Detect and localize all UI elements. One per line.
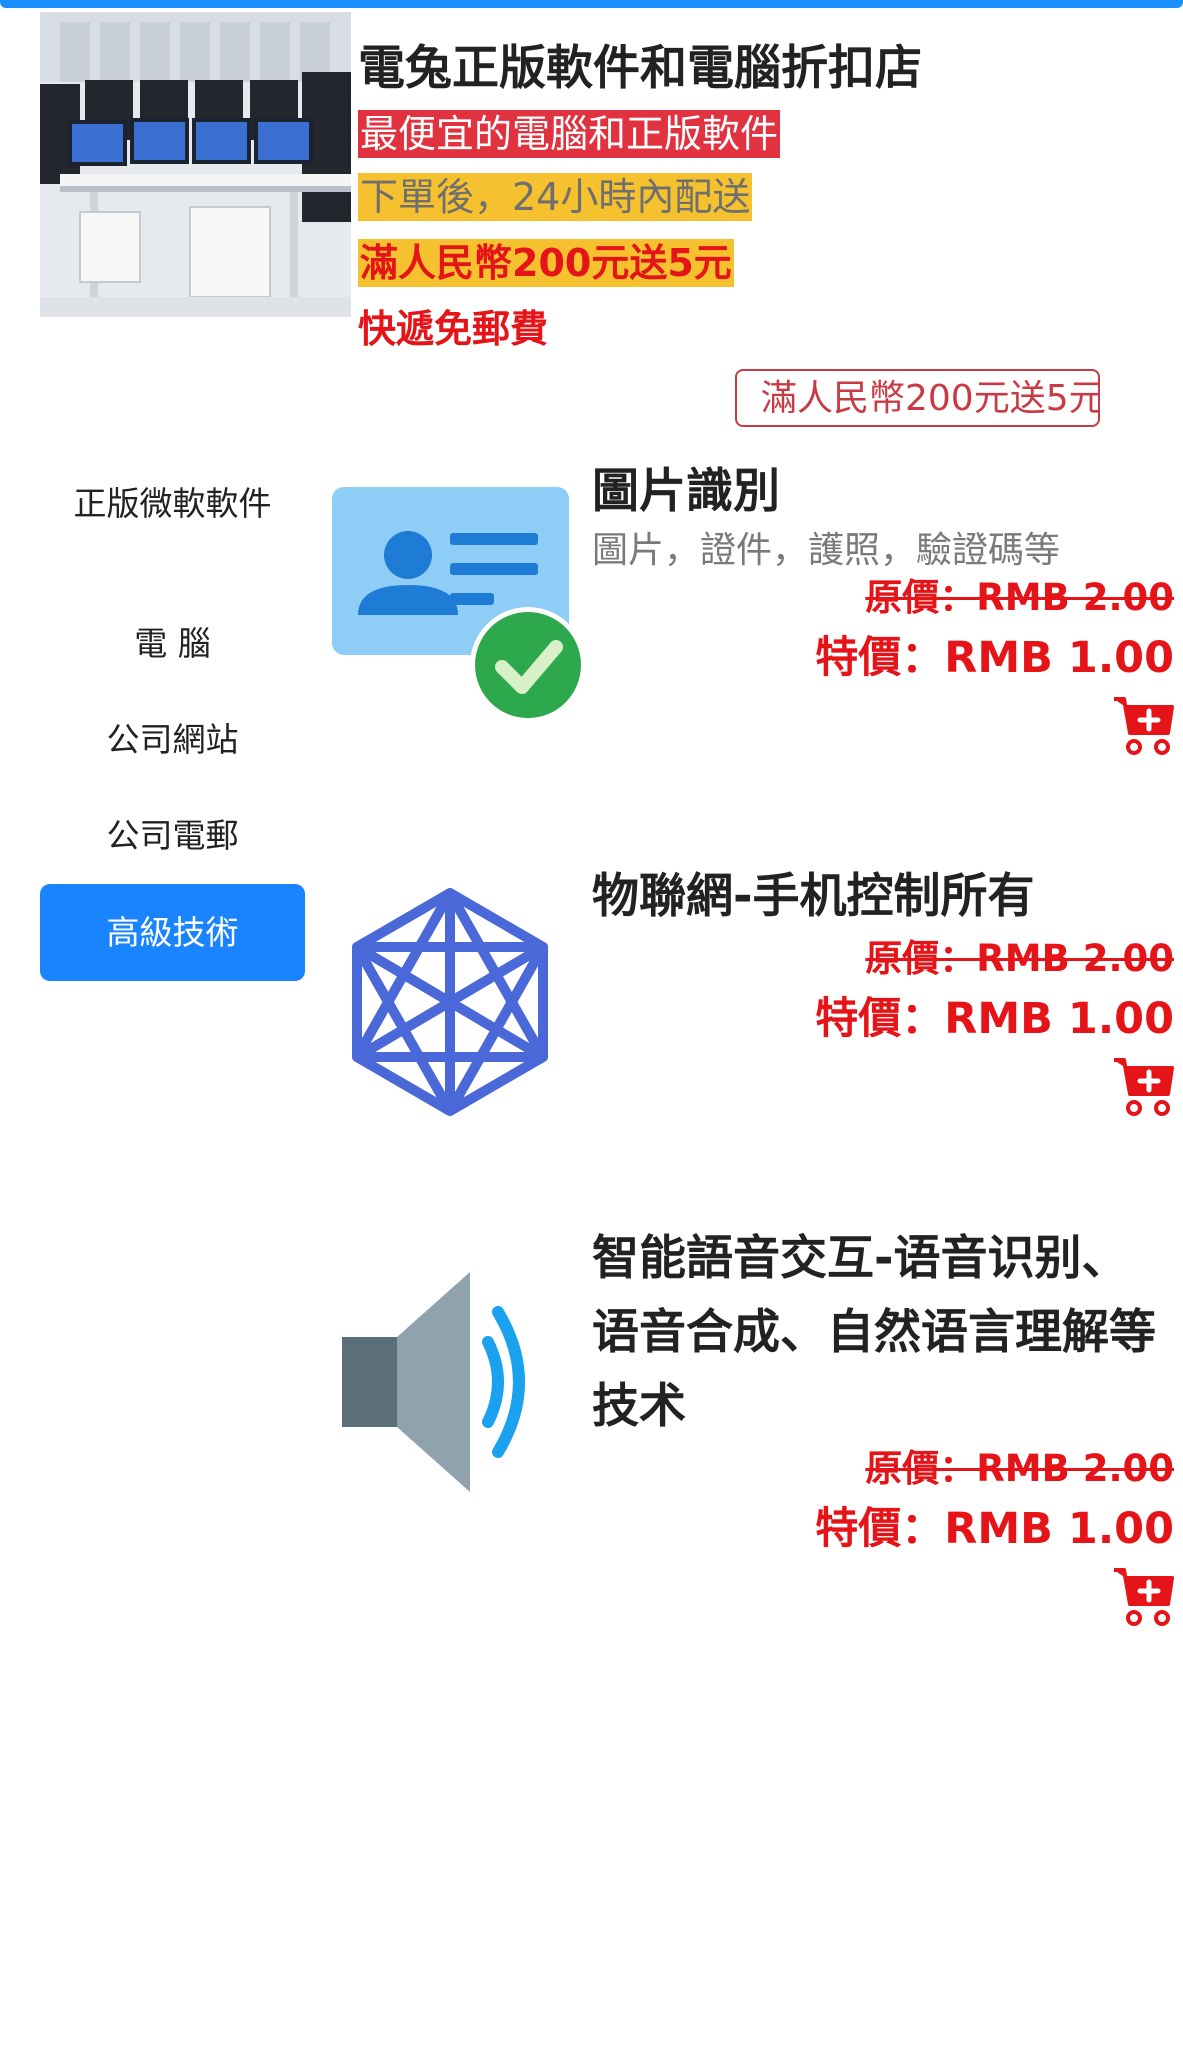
add-to-cart-icon xyxy=(1114,1058,1174,1116)
product-name[interactable]: 圖片識別 xyxy=(592,455,1174,529)
promo-highlight: 滿人民幣200元送5元 xyxy=(358,239,734,287)
product-description: 圖片，證件，護照，驗證碼等 xyxy=(592,530,1061,571)
sidebar-item-company-website[interactable]: 公司網站 xyxy=(40,692,305,788)
original-price: 原價：RMB 2.00 xyxy=(865,576,1174,619)
store-info: 電兔正版軟件和電腦折扣店 最便宜的電腦和正版軟件 下單後，24小時內配送 滿人民… xyxy=(358,30,1158,353)
speaker-icon xyxy=(340,1252,550,1496)
tagline-banner: 最便宜的電腦和正版軟件 xyxy=(358,110,781,158)
promo-badge[interactable]: 滿人民幣200元送5元 xyxy=(735,369,1100,427)
product-card[interactable]: 圖片識別 圖片，證件，護照，驗證碼等 原價：RMB 2.00 特價：RMB 1.… xyxy=(330,455,1174,785)
top-progress-bar xyxy=(0,0,1183,8)
product-card[interactable]: 物聯網-手机控制所有 原價：RMB 2.00 特價：RMB 1.00 xyxy=(330,860,1174,1170)
sale-price: 特價：RMB 1.00 xyxy=(815,633,1174,683)
product-name[interactable]: 物聯網-手机控制所有 xyxy=(592,860,1174,934)
store-photo xyxy=(40,12,351,317)
sidebar-item-computers[interactable]: 電 腦 xyxy=(40,596,305,692)
sale-price: 特價：RMB 1.00 xyxy=(815,1504,1174,1554)
delivery-banner: 下單後，24小時內配送 xyxy=(358,173,753,221)
product-card[interactable]: 智能語音交互-语音识别、语音合成、自然语言理解等技术 原價：RMB 2.00 特… xyxy=(330,1222,1174,1652)
free-shipping-label: 快遞免郵費 xyxy=(358,307,549,351)
original-price: 原價：RMB 2.00 xyxy=(865,937,1174,980)
sidebar-item-company-email[interactable]: 公司電郵 xyxy=(40,788,305,884)
add-to-cart-icon xyxy=(1114,1568,1174,1626)
sidebar-item-microsoft-software[interactable]: 正版微軟軟件 xyxy=(40,478,305,596)
sale-price: 特價：RMB 1.00 xyxy=(815,994,1174,1044)
promo-badge-text: 滿人民幣200元送5元 xyxy=(761,378,1100,419)
iot-hexagon-icon xyxy=(345,885,555,1129)
category-sidebar: 正版微軟軟件 電 腦 公司網站 公司電郵 高級技術 xyxy=(40,478,305,981)
sidebar-item-advanced-tech[interactable]: 高級技術 xyxy=(40,884,305,981)
add-to-cart-icon xyxy=(1114,697,1174,755)
add-to-cart-button[interactable] xyxy=(1112,1564,1174,1628)
add-to-cart-button[interactable] xyxy=(1112,693,1174,757)
store-title: 電兔正版軟件和電腦折扣店 xyxy=(358,41,922,96)
original-price: 原價：RMB 2.00 xyxy=(865,1447,1174,1490)
add-to-cart-button[interactable] xyxy=(1112,1054,1174,1118)
id-card-check-icon xyxy=(330,485,590,739)
product-name[interactable]: 智能語音交互-语音识别、语音合成、自然语言理解等技术 xyxy=(592,1222,1174,1444)
